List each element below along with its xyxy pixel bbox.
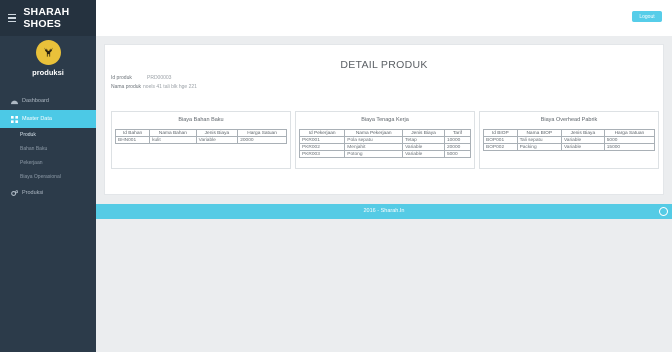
table-cell: BHN001	[114, 136, 151, 144]
page-title: DETAIL PRODUK	[340, 59, 428, 71]
sidebar-item-label: Master Data	[22, 116, 52, 122]
table-cell: Packing	[516, 143, 562, 151]
table-bahan-baku: Id Bahan Nama Bahan Jenis Biaya Harga Sa…	[114, 129, 287, 144]
scroll-top-icon[interactable]	[659, 207, 668, 216]
panel-tenaga-kerja: Biaya Tenaga Kerja Id Pekerjaan Nama Pek…	[295, 111, 475, 169]
sidebar-item-label: Produksi	[22, 190, 44, 196]
user-profile: produksi	[0, 36, 96, 90]
column-header: Nama BIOP	[516, 129, 562, 137]
product-name-label: Nama produk	[111, 84, 142, 90]
table-cell: Menjahit	[344, 143, 404, 151]
table-row: PKR002 Menjahit Variable 20000	[298, 143, 472, 151]
sidebar-nav: Dashboard Master Data Produk Bahan Baku …	[0, 92, 96, 202]
sidebar-item-master-data[interactable]: Master Data	[0, 110, 96, 128]
product-info: Id produk PRD00003 Nama produk noels 41 ta…	[111, 74, 197, 92]
footer-text: 2016 - Sharah.In	[363, 208, 405, 214]
table-cell: Variable	[402, 143, 445, 151]
table-cell: 5000	[443, 150, 472, 158]
grid-icon	[11, 115, 18, 123]
table-cell: 5000	[603, 136, 656, 144]
table-cell: 20000	[443, 143, 472, 151]
sidebar-item-dashboard[interactable]: Dashboard	[0, 92, 96, 110]
sidebar-subitem-pekerjaan[interactable]: Pekerjaan	[0, 156, 96, 170]
table-cell: Variable	[195, 136, 239, 144]
table-row: BHN001 kulit Variable 20000	[114, 136, 287, 144]
table-cell: 15000	[603, 143, 656, 151]
column-header: Nama Pekerjaan	[344, 129, 404, 137]
sidebar-item-label: Dashboard	[22, 98, 49, 104]
column-header: Jenis Biaya	[560, 129, 605, 137]
column-header: Harga Satuan	[237, 129, 287, 137]
column-header: Id Pekerjaan	[298, 129, 346, 137]
detail-card: DETAIL PRODUK Id produk PRD00003 Nama pro…	[104, 44, 664, 195]
column-header: Tarif	[443, 129, 472, 137]
column-header: Jenis Biaya	[195, 129, 239, 137]
table-cell: Tetap	[402, 136, 445, 144]
column-header: Id BIOP	[483, 129, 518, 137]
deer-logo-icon	[43, 47, 53, 57]
table-cell: BOP001	[483, 136, 518, 144]
product-id-value: PRD00003	[147, 75, 172, 81]
cost-panels: Biaya Bahan Baku Id Bahan Nama Bahan Jen…	[111, 111, 659, 169]
sidebar: SHARAH SHOES produksi Dashboard Master D…	[0, 0, 96, 352]
table-cell: PKR001	[298, 136, 346, 144]
gears-icon	[11, 189, 18, 197]
panel-bahan-baku: Biaya Bahan Baku Id Bahan Nama Bahan Jen…	[111, 111, 291, 169]
column-header: Nama Bahan	[149, 129, 197, 137]
app-title: SHARAH SHOES	[23, 6, 70, 30]
sidebar-brand: SHARAH SHOES	[0, 0, 96, 36]
sidebar-subitem-bahan-baku[interactable]: Bahan Baku	[0, 142, 96, 156]
table-cell: 20000	[237, 136, 287, 144]
sidebar-item-produksi[interactable]: Produksi	[0, 184, 96, 202]
column-header: Harga Satuan	[603, 129, 656, 137]
app-window: SHARAH SHOES produksi Dashboard Master D…	[0, 0, 672, 352]
table-cell: Pola sepatu	[344, 136, 404, 144]
hamburger-menu-icon[interactable]	[8, 13, 17, 23]
panel-overhead: Biaya Overhead Pabrik Id BIOP Nama BIOP …	[479, 111, 659, 169]
table-cell: Variable	[560, 143, 605, 151]
footer-bar: 2016 - Sharah.In	[96, 204, 672, 219]
table-cell: Potong	[344, 150, 404, 158]
profile-name: produksi	[32, 68, 64, 77]
logout-button[interactable]: Logout	[632, 11, 662, 22]
top-bar: Logout	[96, 0, 672, 36]
dashboard-icon	[11, 98, 18, 105]
table-cell: BOP002	[483, 143, 518, 151]
table-row: PKR001 Pola sepatu Tetap 10000	[298, 136, 472, 144]
table-overhead: Id BIOP Nama BIOP Jenis Biaya Harga Satu…	[483, 129, 656, 151]
table-cell: Variable	[560, 136, 605, 144]
table-cell: PKR002	[298, 143, 346, 151]
panel-title: Biaya Bahan Baku	[178, 117, 224, 123]
avatar	[35, 40, 61, 65]
column-header: Id Bahan	[114, 129, 151, 137]
sidebar-subitem-biaya-operasional[interactable]: Biaya Operasional	[0, 170, 96, 184]
table-row: BOP002 Packing Variable 15000	[483, 143, 656, 151]
product-id-label: Id produk	[111, 75, 132, 81]
table-cell: Variable	[402, 150, 445, 158]
table-tenaga-kerja: Id Pekerjaan Nama Pekerjaan Jenis Biaya …	[298, 129, 472, 158]
panel-title: Biaya Overhead Pabrik	[540, 117, 598, 123]
table-cell: Tali sepatu	[516, 136, 562, 144]
table-row: PKR003 Potong Variable 5000	[298, 150, 472, 158]
sidebar-subitem-produk[interactable]: Produk	[0, 128, 96, 142]
table-cell: 10000	[443, 136, 472, 144]
table-row: BOP001 Tali sepatu Variable 5000	[483, 136, 656, 144]
column-header: Jenis Biaya	[402, 129, 445, 137]
table-cell: PKR003	[298, 150, 346, 158]
table-cell: kulit	[149, 136, 197, 144]
product-name-value: noels 41 tali blk hge 221	[143, 84, 197, 90]
panel-title: Biaya Tenaga Kerja	[361, 117, 409, 123]
